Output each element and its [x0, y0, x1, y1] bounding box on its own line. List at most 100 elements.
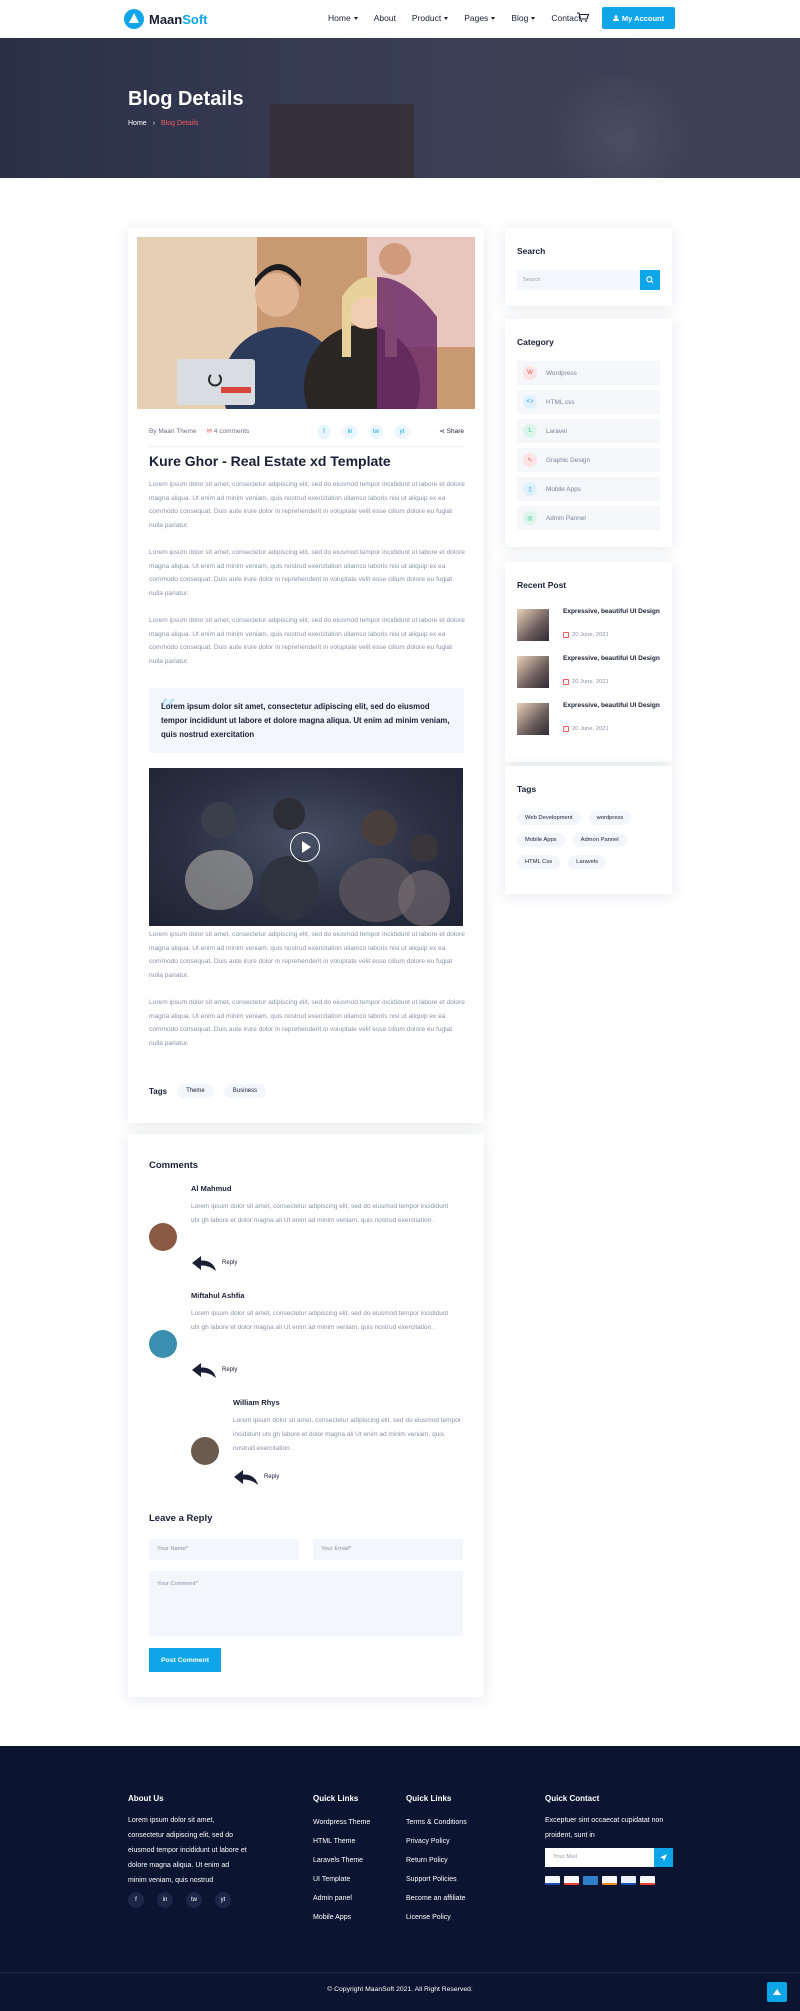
category-label: Graphic Design: [546, 456, 591, 464]
name-field[interactable]: Your Name*: [149, 1539, 299, 1560]
facebook-icon[interactable]: f: [317, 425, 331, 439]
post-tag[interactable]: Theme: [177, 1084, 214, 1098]
tag-pill[interactable]: Laravels: [568, 855, 607, 869]
calendar-icon: [563, 632, 569, 638]
recent-post-title[interactable]: Expressive, beautiful UI Design: [563, 606, 663, 618]
tag-pill[interactable]: Mobile Apps: [517, 833, 565, 847]
newsletter-send-button[interactable]: [654, 1848, 673, 1867]
category-item[interactable]: L Laravel: [517, 419, 660, 443]
tag-pill[interactable]: wordpress: [588, 811, 632, 825]
laravel-icon: L: [523, 424, 537, 438]
visa-icon: [545, 1876, 560, 1885]
cart-icon[interactable]: [577, 12, 589, 22]
reply-icon: [234, 1470, 258, 1485]
send-icon: [660, 1854, 667, 1861]
nav-item-home[interactable]: Home: [328, 13, 358, 23]
footer-link[interactable]: Return Policy: [406, 1851, 467, 1870]
footer-link[interactable]: License Policy: [406, 1908, 467, 1927]
category-item[interactable]: ▯ Mobile Apps: [517, 477, 660, 501]
recent-post-date: 20 June, 2021: [563, 726, 609, 732]
tag-pill[interactable]: HTML Css: [517, 855, 561, 869]
reply-button[interactable]: Reply: [191, 1361, 237, 1379]
avatar: [191, 1437, 219, 1465]
page-title: Blog Details: [128, 88, 244, 110]
footer-link[interactable]: Admin panel: [313, 1889, 370, 1908]
recent-post-title[interactable]: Expressive, beautiful UI Design: [563, 700, 663, 712]
mobile-apps-icon: ▯: [523, 482, 537, 496]
comment-text: Lorem ipsum dolor sit amet, consectetur …: [191, 1310, 449, 1331]
footer-contact-title: Quick Contact: [545, 1794, 600, 1803]
facebook-icon[interactable]: f: [128, 1892, 144, 1908]
twitter-icon[interactable]: tw: [369, 425, 383, 439]
nav-item-blog[interactable]: Blog: [511, 13, 536, 23]
comment-icon: ✉: [206, 428, 213, 435]
tags-widget: Tags Web Development wordpress Mobile Ap…: [505, 766, 672, 894]
breadcrumb-home[interactable]: Home: [128, 120, 147, 127]
nav-item-product[interactable]: Product: [412, 13, 449, 23]
youtube-icon[interactable]: yt: [395, 425, 409, 439]
category-item[interactable]: W Wordpress: [517, 361, 660, 385]
search-widget: Search Search: [505, 228, 672, 306]
comment-textarea[interactable]: Your Comment*: [149, 1571, 463, 1636]
footer-link[interactable]: UI Template: [313, 1870, 370, 1889]
reply-button[interactable]: Reply: [233, 1468, 279, 1486]
newsletter-email-input[interactable]: Your Mail: [545, 1848, 654, 1867]
my-account-button[interactable]: My Account: [602, 7, 675, 29]
footer-link[interactable]: Wordpress Theme: [313, 1813, 370, 1832]
tag-pill[interactable]: Admon Pannel: [572, 833, 627, 847]
footer-link[interactable]: HTML Theme: [313, 1832, 370, 1851]
mastercard-icon: [564, 1876, 579, 1885]
instagram-icon[interactable]: in: [157, 1892, 173, 1908]
recent-post-item[interactable]: Expressive, beautiful UI Design 20 June,…: [517, 700, 662, 738]
footer-link[interactable]: Become an affiliate: [406, 1889, 467, 1908]
brand-logo[interactable]: MaanSoft: [124, 9, 208, 29]
post-comment-count[interactable]: ✉ 4 comments: [207, 427, 250, 435]
search-input[interactable]: Search: [517, 270, 640, 290]
reply-button[interactable]: Reply: [191, 1254, 237, 1272]
top-navbar: MaanSoft Home About Product Pages Blog Contac…: [0, 0, 800, 38]
post-video[interactable]: [149, 768, 463, 926]
footer-link[interactable]: Privacy Policy: [406, 1832, 467, 1851]
tags-widget-title: Tags: [517, 784, 537, 794]
recent-post-item[interactable]: Expressive, beautiful UI Design 20 June,…: [517, 606, 662, 644]
category-item[interactable]: ◎ Admin Pannel: [517, 506, 660, 530]
play-icon[interactable]: [290, 832, 320, 862]
site-footer: About Us Lorem ipsum dolor sit amet, con…: [0, 1746, 800, 2011]
post-tag[interactable]: Business: [223, 1084, 267, 1098]
my-account-label: My Account: [621, 13, 665, 23]
recent-post-item[interactable]: Expressive, beautiful UI Design 20 June,…: [517, 653, 662, 691]
category-item[interactable]: <> HTML css: [517, 390, 660, 414]
post-paragraph: Lorem ipsum dolor sit amet, consectetur …: [149, 617, 465, 665]
post-blockquote: “ Lorem ipsum dolor sit amet, consectetu…: [149, 688, 464, 753]
youtube-icon[interactable]: yt: [215, 1892, 231, 1908]
footer-link[interactable]: Mobile Apps: [313, 1908, 370, 1927]
footer-link[interactable]: Laravels Theme: [313, 1851, 370, 1870]
email-field[interactable]: Your Email*: [313, 1539, 463, 1560]
tag-pill[interactable]: Web Development: [517, 811, 581, 825]
comment-author: William Rhys: [233, 1398, 280, 1407]
recent-post-widget-title: Recent Post: [517, 580, 567, 590]
post-author[interactable]: By Maan Theme: [149, 428, 197, 435]
post-comment-button[interactable]: Post Comment: [149, 1648, 221, 1672]
avatar: [149, 1330, 177, 1358]
footer-social-links: f in tw yt: [128, 1892, 231, 1908]
back-to-top-button[interactable]: [767, 1982, 787, 2002]
share-button[interactable]: ⋖ Share: [439, 427, 464, 435]
category-item[interactable]: ✎ Graphic Design: [517, 448, 660, 472]
twitter-icon[interactable]: tw: [186, 1892, 202, 1908]
nav-item-about[interactable]: About: [374, 13, 396, 23]
nav-item-pages[interactable]: Pages: [464, 13, 496, 23]
comment-item-reply: William Rhys Lorem ipsum dolor sit amet,…: [191, 1398, 491, 1494]
post-tags-label: Tags: [149, 1086, 168, 1096]
footer-link[interactable]: Support Policies: [406, 1870, 467, 1889]
copyright-text: © Copyright MaanSoft 2021. All Right Res…: [327, 1986, 473, 1993]
leave-reply-title: Leave a Reply: [149, 1513, 213, 1524]
instagram-icon[interactable]: in: [343, 425, 357, 439]
category-list: W Wordpress <> HTML css L Laravel ✎ Graphic Des…: [517, 361, 660, 535]
footer-link[interactable]: Terms & Conditions: [406, 1813, 467, 1832]
user-icon: [612, 15, 619, 21]
footer-contact-text: Exceptuer sint occaecat cupidatat non pr…: [545, 1817, 664, 1839]
graphic-design-icon: ✎: [523, 453, 537, 467]
recent-post-title[interactable]: Expressive, beautiful UI Design: [563, 653, 663, 665]
search-button[interactable]: [640, 270, 660, 290]
